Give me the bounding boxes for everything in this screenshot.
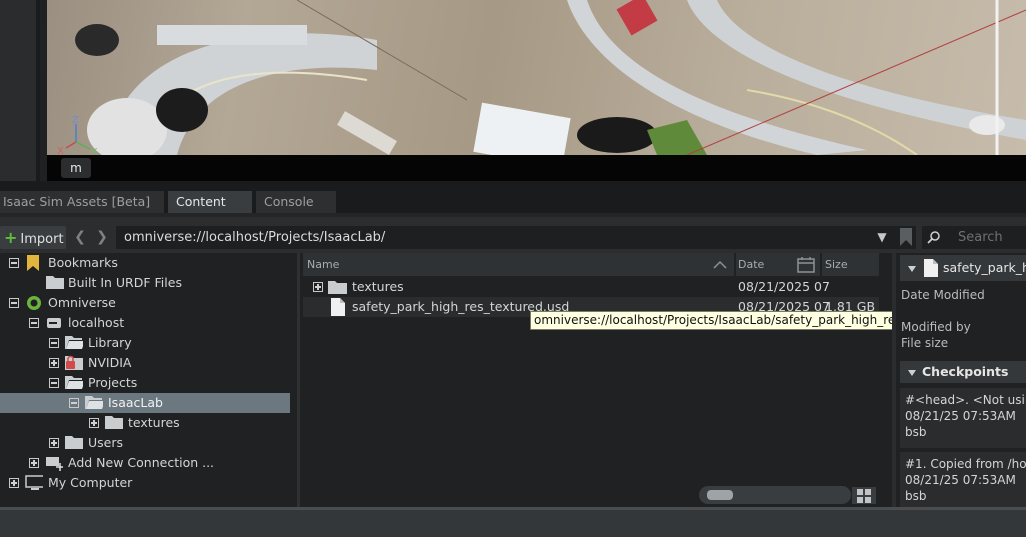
scrollbar-thumb[interactable] xyxy=(707,490,733,500)
sort-ascending-icon[interactable] xyxy=(713,260,727,269)
column-separator[interactable] xyxy=(734,253,736,276)
horizontal-scrollbar[interactable] xyxy=(699,486,851,504)
column-name[interactable]: Name xyxy=(307,253,339,276)
folder-icon xyxy=(65,436,83,449)
folder-open-icon xyxy=(85,396,103,409)
column-date[interactable]: Date xyxy=(738,253,764,276)
locked-folder-icon xyxy=(65,355,83,370)
content-toolbar: + Import ❮ ❯ omniverse://localhost/Projec… xyxy=(0,213,1026,253)
collapse-caret-icon xyxy=(908,265,916,272)
file-size-label: File size xyxy=(901,336,949,350)
tree-item-isaaclab[interactable]: IsaacLab xyxy=(0,393,290,413)
axis-z-label: Z xyxy=(72,115,79,126)
back-arrow-icon[interactable]: ❮ xyxy=(70,226,90,249)
folder-icon xyxy=(46,276,64,289)
folder-icon xyxy=(105,416,123,429)
plus-icon: + xyxy=(4,228,18,247)
collapse-toggle[interactable] xyxy=(9,298,19,308)
axis-x-label: X xyxy=(57,146,64,156)
viewport-footer xyxy=(47,155,1026,181)
aerial-scene xyxy=(75,0,1026,155)
checkpoints-label: Checkpoints xyxy=(922,364,1009,379)
folder-open-icon xyxy=(65,336,83,349)
tree-item-projects[interactable]: Projects xyxy=(0,373,290,393)
file-details-panel: safety_park_hig Date Modified Modified b… xyxy=(896,253,1026,507)
checkpoint-title: #1. Copied from /ho xyxy=(905,457,1026,471)
list-item-folder[interactable]: textures 08/21/2025 07 xyxy=(303,277,879,297)
grid-view-icon[interactable] xyxy=(852,487,876,504)
details-header[interactable]: safety_park_hig xyxy=(900,255,1026,281)
tree-item-library[interactable]: Library xyxy=(0,333,290,353)
expand-toggle[interactable] xyxy=(29,458,39,468)
tree-item-add-connection[interactable]: Add New Connection ... xyxy=(0,453,290,473)
checkpoint-item[interactable]: #1. Copied from /ho 08/21/25 07:53AM bsb xyxy=(900,452,1026,507)
expand-toggle[interactable] xyxy=(49,438,59,448)
column-size[interactable]: Size xyxy=(825,253,848,276)
list-header: Name Date Size xyxy=(303,253,879,276)
import-label: Import xyxy=(20,232,64,247)
add-connection-icon xyxy=(46,457,63,471)
tab-content[interactable]: Content xyxy=(168,191,252,213)
path-input[interactable]: omniverse://localhost/Projects/IsaacLab/ xyxy=(116,226,916,249)
omniverse-icon xyxy=(27,296,41,310)
checkpoints-header[interactable]: Checkpoints xyxy=(900,361,1026,383)
file-name: textures xyxy=(352,279,404,294)
bookmark-icon xyxy=(27,255,39,271)
tree-item-omniverse[interactable]: Omniverse xyxy=(0,293,290,313)
checkpoint-user: bsb xyxy=(905,425,927,439)
calendar-icon[interactable] xyxy=(797,256,815,273)
location-tree: Bookmarks Built In URDF Files Omniverse … xyxy=(0,253,300,507)
checkpoint-date: 08/21/25 07:53AM xyxy=(905,473,1016,487)
collapse-toggle[interactable] xyxy=(49,338,59,348)
checkpoint-date: 08/21/25 07:53AM xyxy=(905,409,1016,423)
tab-console[interactable]: Console xyxy=(256,191,336,213)
collapse-caret-icon xyxy=(908,369,916,376)
computer-icon xyxy=(25,475,43,490)
viewport-3d[interactable] xyxy=(47,0,1026,155)
search-icon xyxy=(927,231,940,244)
status-bar xyxy=(0,507,1026,537)
tree-item-built-in-urdf[interactable]: Built In URDF Files xyxy=(0,273,290,293)
folder-open-icon xyxy=(65,376,83,389)
tab-isaac-sim-assets[interactable]: Isaac Sim Assets [Beta] xyxy=(0,191,164,213)
forward-arrow-icon[interactable]: ❯ xyxy=(92,226,112,249)
axis-y-label: Y xyxy=(90,147,98,156)
checkpoint-title: #<head>. <Not using xyxy=(905,393,1026,407)
expand-toggle[interactable] xyxy=(313,282,323,292)
tree-item-nvidia[interactable]: NVIDIA xyxy=(0,353,290,373)
tree-item-bookmarks[interactable]: Bookmarks xyxy=(0,253,290,273)
folder-icon xyxy=(328,281,347,294)
file-list: Name Date Size textures 08/21/2025 07 sa… xyxy=(303,253,892,507)
import-button[interactable]: + Import xyxy=(0,226,66,249)
collapse-toggle[interactable] xyxy=(49,378,59,388)
collapse-toggle[interactable] xyxy=(9,258,19,268)
axis-gizmo: Z X Y xyxy=(57,115,98,156)
tree-item-localhost[interactable]: localhost xyxy=(0,313,290,333)
expand-toggle[interactable] xyxy=(49,358,59,368)
date-modified-label: Date Modified xyxy=(901,288,985,302)
checkpoint-user: bsb xyxy=(905,489,927,503)
tree-item-my-computer[interactable]: My Computer xyxy=(0,473,290,493)
panel-tab-bar: Isaac Sim Assets [Beta] Content Console xyxy=(0,181,1026,213)
server-icon xyxy=(47,318,61,328)
chevron-down-icon[interactable]: ▼ xyxy=(872,226,892,249)
collapse-toggle[interactable] xyxy=(29,318,39,328)
left-toolbar-strip xyxy=(0,0,40,181)
details-file-name: safety_park_hig xyxy=(943,260,1026,275)
file-icon xyxy=(331,298,345,316)
bookmark-icon[interactable] xyxy=(898,228,914,246)
modified-by-label: Modified by xyxy=(901,320,971,334)
tree-item-users[interactable]: Users xyxy=(0,433,290,453)
file-icon xyxy=(924,259,938,277)
collapse-toggle[interactable] xyxy=(69,398,79,408)
file-date: 08/21/2025 07 xyxy=(738,279,830,294)
tree-item-textures[interactable]: textures xyxy=(0,413,290,433)
unit-indicator[interactable]: m xyxy=(61,158,91,178)
checkpoint-item[interactable]: #<head>. <Not using 08/21/25 07:53AM bsb xyxy=(900,388,1026,448)
expand-toggle[interactable] xyxy=(89,418,99,428)
expand-toggle[interactable] xyxy=(9,478,19,488)
column-separator[interactable] xyxy=(820,253,822,276)
